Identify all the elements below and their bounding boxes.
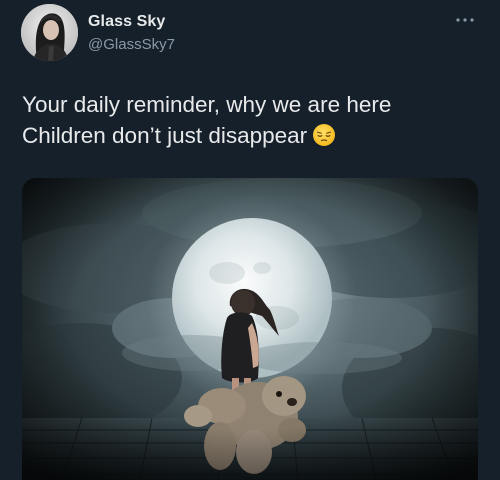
tweet-text-line-1: Your daily reminder, why we are here [22, 92, 392, 117]
display-name[interactable]: Glass Sky [88, 13, 165, 31]
tweet-text: Your daily reminder, why we are here Chi… [22, 89, 482, 155]
avatar[interactable] [21, 4, 78, 61]
more-options-button[interactable] [448, 6, 482, 34]
pensive-face-emoji [312, 123, 336, 155]
user-handle[interactable]: @GlassSky7 [88, 36, 175, 53]
tweet-text-line-2: Children don’t just disappear [22, 120, 482, 155]
tweet-media-image[interactable] [22, 178, 478, 480]
tweet: Glass Sky @GlassSky7 Your daily reminder… [0, 0, 500, 480]
more-dots-icon [456, 18, 474, 22]
tweet-text-line-2-text: Children don’t just disappear [22, 123, 308, 148]
